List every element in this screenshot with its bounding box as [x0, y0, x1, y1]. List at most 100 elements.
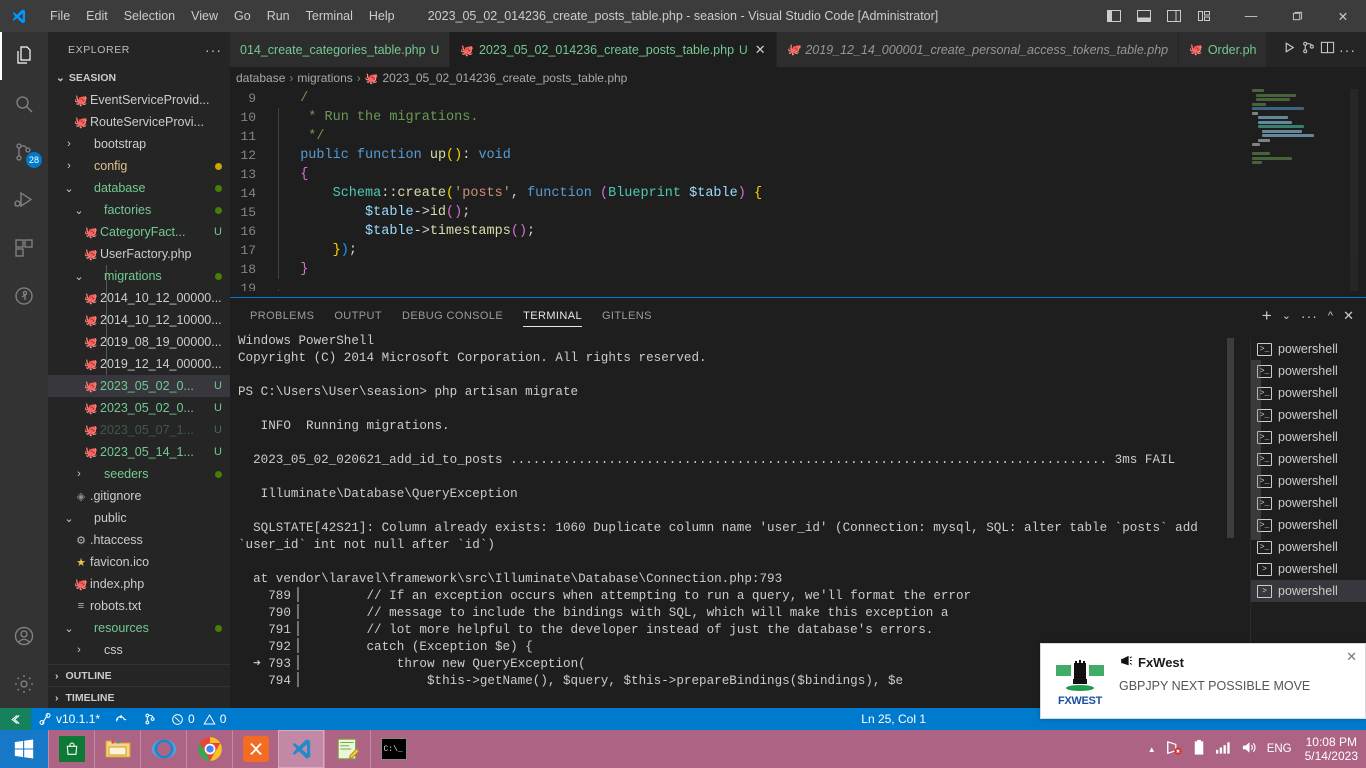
notification-close-button[interactable]: ✕ [1346, 644, 1365, 665]
panel-more-actions-icon[interactable]: ··· [1301, 308, 1318, 324]
chevron-icon[interactable]: › [72, 644, 86, 656]
tree-item[interactable]: ≡ robots.txt [48, 595, 230, 617]
terminal-list-item[interactable]: > powershell [1251, 580, 1366, 602]
language-indicator[interactable]: ENG [1267, 743, 1292, 755]
activity-source-control[interactable]: 28 [0, 128, 48, 176]
editor-tab[interactable]: 🐙 2019_12_14_000001_create_personal_acces… [776, 32, 1180, 67]
chevron-icon[interactable]: ⌄ [62, 182, 76, 195]
chevron-icon[interactable]: ⌄ [62, 512, 76, 525]
tree-item[interactable]: › css [48, 639, 230, 661]
gitlens-status-icon[interactable] [136, 708, 164, 730]
chevron-icon[interactable]: ⌄ [62, 622, 76, 635]
breadcrumb-database[interactable]: database [236, 71, 285, 85]
file-tree[interactable]: 🐙 EventServiceProvid... 🐙 RouteServiceProvi… [48, 89, 230, 664]
tab-close-icon[interactable]: ✕ [755, 42, 766, 58]
menu-selection[interactable]: Selection [116, 5, 183, 27]
tree-item[interactable]: 🐙 2023_05_14_1... U [48, 441, 230, 463]
minimap[interactable] [1248, 89, 1358, 291]
outline-section[interactable]: › OUTLINE [48, 664, 230, 686]
minimap-slider[interactable] [1350, 89, 1358, 291]
battery-icon[interactable] [1192, 739, 1206, 759]
terminal-list-item[interactable]: > powershell [1251, 558, 1366, 580]
more-actions-icon[interactable]: ··· [1339, 42, 1356, 58]
menu-edit[interactable]: Edit [78, 5, 116, 27]
tree-item[interactable]: 🐙 2023_05_02_0... U [48, 375, 230, 397]
tree-item[interactable]: ⌄ public [48, 507, 230, 529]
menu-view[interactable]: View [183, 5, 226, 27]
terminal-list-item[interactable]: >_ powershell [1251, 360, 1366, 382]
run-icon[interactable] [1282, 40, 1297, 60]
internet-explorer-icon[interactable] [140, 730, 186, 768]
terminal-list-item[interactable]: >_ powershell [1251, 470, 1366, 492]
tree-item[interactable]: 🐙 RouteServiceProvi... [48, 111, 230, 133]
customize-layout-icon[interactable] [1190, 2, 1218, 30]
chevron-icon[interactable]: › [72, 468, 86, 480]
code-text[interactable]: } [272, 260, 308, 279]
tree-item[interactable]: 🐙 2023_05_07_1... U [48, 419, 230, 441]
minimize-button[interactable]: — [1228, 0, 1274, 32]
split-editor-icon[interactable] [1320, 40, 1335, 60]
code-text[interactable]: / [272, 89, 308, 108]
menu-file[interactable]: File [42, 5, 78, 27]
activity-run-debug[interactable] [0, 176, 48, 224]
terminal-list-item[interactable]: >_ powershell [1251, 536, 1366, 558]
vscode-icon[interactable] [278, 730, 324, 768]
code-text[interactable]: }); [272, 241, 357, 260]
terminal-list-item[interactable]: >_ powershell [1251, 448, 1366, 470]
panel-tab-problems[interactable]: PROBLEMS [240, 298, 324, 333]
activity-search[interactable] [0, 80, 48, 128]
terminal-list-item[interactable]: >_ powershell [1251, 338, 1366, 360]
code-text[interactable]: { [272, 165, 308, 184]
activity-extensions[interactable] [0, 224, 48, 272]
terminal-list-item[interactable]: >_ powershell [1251, 514, 1366, 536]
tree-item[interactable]: 🐙 UserFactory.php [48, 243, 230, 265]
code-text[interactable]: * Run the migrations. [272, 108, 478, 127]
terminal-list-scrollbar[interactable] [1251, 360, 1261, 540]
split-source-control-icon[interactable] [1301, 40, 1316, 60]
volume-icon[interactable] [1241, 740, 1258, 758]
maximize-button[interactable] [1274, 0, 1320, 32]
problems-status[interactable]: 0 0 [164, 708, 233, 730]
tree-item[interactable]: ★ favicon.ico [48, 551, 230, 573]
panel-tab-debug-console[interactable]: DEBUG CONSOLE [392, 298, 513, 333]
code-text[interactable]: */ [272, 127, 325, 146]
code-text[interactable]: public function up(): void [272, 146, 511, 165]
tree-item[interactable]: 🐙 2014_10_12_10000... [48, 309, 230, 331]
activity-settings[interactable] [0, 660, 48, 708]
explorer-more-actions-icon[interactable]: ··· [205, 42, 222, 58]
menu-bar[interactable]: File Edit Selection View Go Run Terminal… [42, 5, 403, 27]
tree-item[interactable]: ⌄ migrations [48, 265, 230, 287]
tree-item[interactable]: ⌄ factories [48, 199, 230, 221]
menu-help[interactable]: Help [361, 5, 403, 27]
project-section-title[interactable]: ⌄ SEASION [48, 67, 230, 89]
tree-item[interactable]: ⌄ database [48, 177, 230, 199]
tree-item[interactable]: › seeders [48, 463, 230, 485]
xampp-icon[interactable] [232, 730, 278, 768]
activity-accounts[interactable] [0, 612, 48, 660]
maximize-panel-icon[interactable]: ^ [1328, 310, 1333, 322]
tree-item[interactable]: 🐙 index.php [48, 573, 230, 595]
terminal-list-item[interactable]: >_ powershell [1251, 404, 1366, 426]
panel-tab-bar[interactable]: PROBLEMS OUTPUT DEBUG CONSOLE TERMINAL GITLE… [230, 298, 1366, 333]
tree-item[interactable]: ◈ .gitignore [48, 485, 230, 507]
toggle-primary-sidebar-icon[interactable] [1100, 2, 1128, 30]
chevron-icon[interactable]: › [62, 160, 76, 172]
menu-run[interactable]: Run [259, 5, 298, 27]
tree-item[interactable]: ⚙ .htaccess [48, 529, 230, 551]
chevron-icon[interactable]: ⌄ [72, 270, 86, 283]
close-panel-icon[interactable]: ✕ [1343, 308, 1354, 324]
network-error-icon[interactable] [1165, 740, 1183, 759]
toggle-secondary-sidebar-icon[interactable] [1160, 2, 1188, 30]
toggle-panel-icon[interactable] [1130, 2, 1158, 30]
new-terminal-icon[interactable]: + [1262, 307, 1272, 324]
tray-expand-chevron-icon[interactable]: ▲ [1148, 745, 1156, 754]
git-branch-status[interactable]: v10.1.1* [31, 708, 107, 730]
tree-item[interactable]: 🐙 2019_08_19_00000... [48, 331, 230, 353]
menu-terminal[interactable]: Terminal [298, 5, 361, 27]
chevron-icon[interactable]: › [62, 138, 76, 150]
panel-actions[interactable]: + ⌄ ··· ^ ✕ [1262, 307, 1366, 324]
editor-tab[interactable]: 🐙 Order.ph [1179, 32, 1268, 67]
tree-item[interactable]: › bootstrap [48, 133, 230, 155]
breadcrumb[interactable]: database › migrations › 🐙 2023_05_02_014… [230, 67, 1366, 89]
tree-item[interactable]: 🐙 EventServiceProvid... [48, 89, 230, 111]
